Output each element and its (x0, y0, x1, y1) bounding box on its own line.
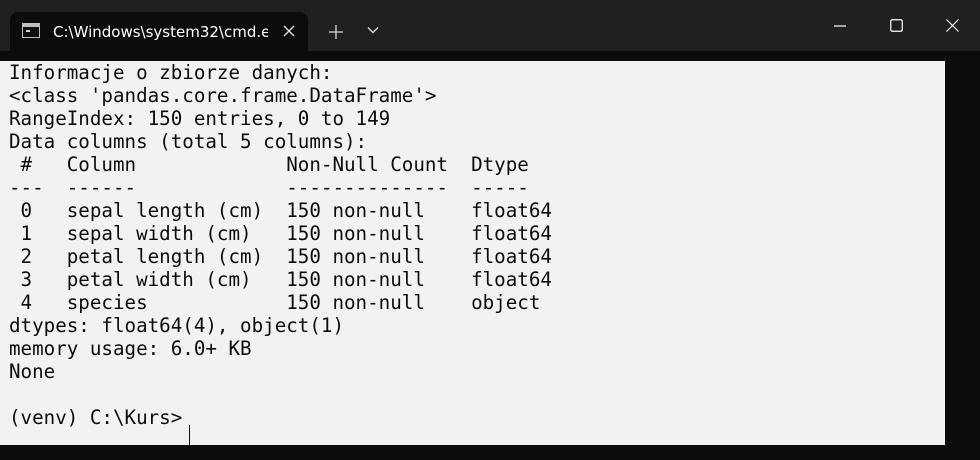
close-tab-button[interactable] (278, 20, 300, 42)
minimize-button[interactable] (812, 0, 868, 51)
terminal-window: C:\Windows\system32\cmd.exe Informacje o… (0, 0, 980, 460)
terminal-output[interactable]: Informacje o zbiorze danych: <class 'pan… (0, 61, 945, 445)
terminal-line: dtypes: float64(4), object(1) (9, 314, 345, 337)
tab-cmd[interactable]: C:\Windows\system32\cmd.exe (10, 12, 308, 51)
terminal-line: None (9, 360, 56, 383)
minimize-icon (834, 24, 846, 27)
maximize-icon (889, 19, 903, 32)
terminal-line: Data columns (total 5 columns): (9, 130, 368, 153)
tab-dropdown-button[interactable] (358, 17, 388, 47)
terminal-top-border (0, 51, 980, 61)
terminal-line: RangeIndex: 150 entries, 0 to 149 (9, 107, 391, 130)
terminal-line: 4 species 150 non-null object (9, 291, 552, 314)
terminal-line: 3 petal width (cm) 150 non-null float64 (9, 268, 552, 291)
terminal-line: 1 sepal width (cm) 150 non-null float64 (9, 222, 552, 245)
close-icon (945, 19, 959, 32)
terminal-line: memory usage: 6.0+ KB (9, 337, 252, 360)
maximize-button[interactable] (868, 0, 924, 51)
title-bar[interactable]: C:\Windows\system32\cmd.exe (0, 0, 980, 51)
chevron-down-icon (367, 27, 379, 34)
plus-icon (329, 25, 343, 39)
terminal-right-border (945, 51, 980, 460)
terminal-icon (22, 23, 40, 38)
terminal-prompt[interactable]: (venv) C:\Kurs> (9, 406, 552, 429)
terminal-line: <class 'pandas.core.frame.DataFrame'> (9, 84, 437, 107)
terminal-line: --- ------ -------------- ----- (9, 176, 552, 199)
close-window-button[interactable] (924, 0, 980, 51)
terminal-line: Informacje o zbiorze danych: (9, 61, 333, 84)
close-icon (283, 25, 295, 37)
terminal-line: 0 sepal length (cm) 150 non-null float64 (9, 199, 552, 222)
text-cursor (189, 425, 190, 445)
terminal-bottom-border (0, 445, 980, 460)
terminal-line: # Column Non-Null Count Dtype (9, 153, 552, 176)
new-tab-button[interactable] (321, 17, 351, 47)
terminal-lines: Informacje o zbiorze danych: <class 'pan… (9, 61, 552, 429)
tab-title: C:\Windows\system32\cmd.exe (53, 23, 268, 41)
terminal-line: 2 petal length (cm) 150 non-null float64 (9, 245, 552, 268)
